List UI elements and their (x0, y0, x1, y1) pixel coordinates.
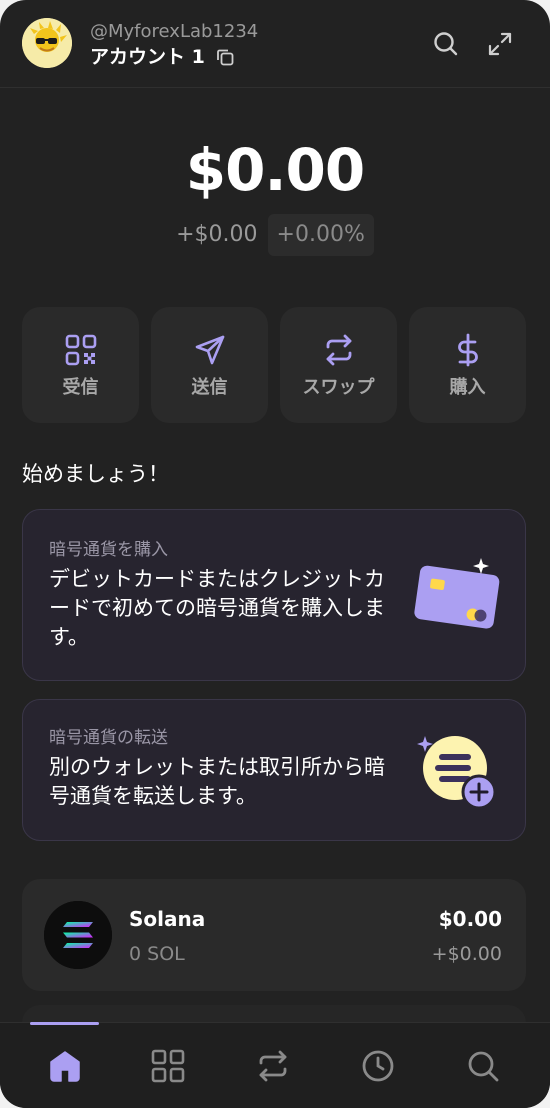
header: @MyforexLab1234 アカウント 1 (0, 0, 550, 88)
swap-icon (259, 1050, 287, 1082)
balance-change-percent: +0.00% (267, 214, 374, 256)
buy-label: 購入 (449, 377, 486, 398)
grid-icon (151, 1049, 185, 1083)
card-title: 暗号通貨を購入 (49, 540, 168, 560)
token-row-solana[interactable]: Solana 0 SOL $0.00 +$0.00 (22, 879, 526, 991)
action-buttons: 受信 送信 スワップ 購入 (22, 307, 526, 423)
nav-home[interactable] (10, 1023, 120, 1108)
token-change: +$0.00 (431, 943, 502, 965)
send-button[interactable]: 送信 (151, 307, 268, 423)
receive-button[interactable]: 受信 (22, 307, 139, 423)
credit-card-illustration (411, 556, 501, 636)
nav-history[interactable] (323, 1023, 433, 1108)
dollar-icon (457, 333, 478, 367)
avatar[interactable] (22, 18, 72, 68)
swap-icon (326, 334, 351, 366)
transfer-crypto-card[interactable]: 暗号通貨の転送 別のウォレットまたは取引所から暗号通貨を転送します。 (22, 699, 526, 841)
balance-change-value: +$0.00 (176, 222, 258, 247)
qr-code-icon (65, 334, 96, 366)
send-label: 送信 (191, 377, 228, 398)
history-icon (362, 1050, 394, 1082)
balance-change: +$0.00 +0.00% (0, 214, 550, 256)
card-body: デビットカードまたはクレジットカードで初めての暗号通貨を購入します。 (49, 567, 385, 649)
copy-icon[interactable] (215, 47, 235, 67)
buy-button[interactable]: 購入 (409, 307, 526, 423)
swap-button[interactable]: スワップ (280, 307, 397, 423)
account-handle: @MyforexLab1234 (90, 21, 259, 42)
total-balance: $0.00 (185, 136, 365, 204)
solana-logo-icon (44, 901, 112, 969)
token-value: $0.00 (438, 907, 502, 931)
wallet-app: @MyforexLab1234 アカウント 1 $0.00 +$0.00 +0.… (0, 0, 550, 1108)
receive-label: 受信 (62, 377, 99, 398)
nav-collectibles[interactable] (113, 1023, 223, 1108)
account-name: アカウント 1 (90, 46, 205, 68)
token-amount: 0 SOL (129, 943, 185, 965)
expand-icon[interactable] (486, 30, 514, 58)
card-title: 暗号通貨の転送 (49, 728, 168, 748)
token-name: Solana (129, 907, 206, 931)
bottom-nav (0, 1022, 550, 1108)
card-body: 別のウォレットまたは取引所から暗号通貨を転送します。 (49, 755, 385, 808)
search-icon[interactable] (432, 30, 460, 58)
search-icon (468, 1051, 499, 1082)
home-icon (50, 1051, 80, 1082)
transfer-coin-illustration (413, 730, 499, 814)
nav-search[interactable] (428, 1023, 538, 1108)
nav-swap[interactable] (218, 1023, 328, 1108)
swap-label: スワップ (302, 377, 375, 398)
send-icon (195, 335, 224, 365)
buy-crypto-card[interactable]: 暗号通貨を購入 デビットカードまたはクレジットカードで初めての暗号通貨を購入しま… (22, 509, 526, 681)
account-info[interactable]: @MyforexLab1234 アカウント 1 (90, 20, 258, 69)
getting-started-title: 始めましょう！ (22, 462, 169, 486)
